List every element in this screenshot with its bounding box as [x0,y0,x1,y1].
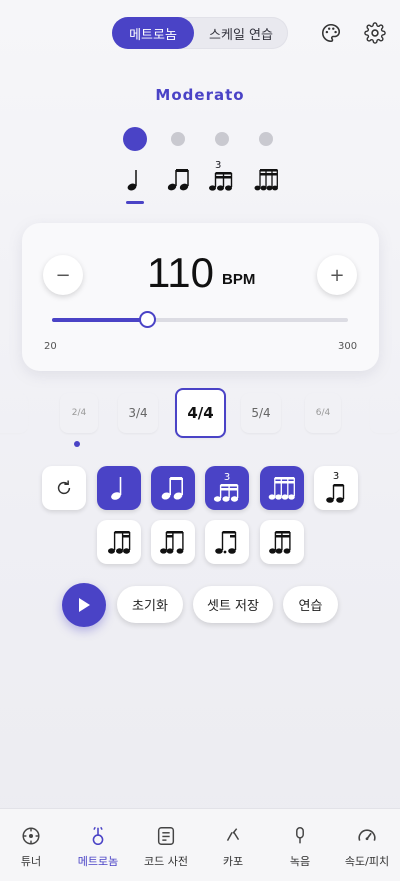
rhythm-quarter-button[interactable] [97,466,141,510]
play-icon [79,598,90,612]
palette-icon[interactable] [320,22,342,44]
rhythm-eighth-two-sixteenths-button[interactable] [97,520,141,564]
rhythm-eighth-triplet-button[interactable]: 3 [314,466,358,510]
increase-bpm-button[interactable]: + [317,255,357,295]
nav-label: 속도/피치 [344,855,390,868]
decrease-bpm-button[interactable]: − [43,255,83,295]
nav-label: 튜너 [20,855,42,868]
time-sig-edge-left [0,393,28,433]
eighth-rest-triplet-icon [326,484,345,503]
reset-button[interactable]: 초기화 [117,586,183,623]
time-sig-5-4[interactable]: 5/4 [241,393,281,433]
dotted-eighth-sixteenth-icon [215,531,237,554]
time-sig-3-4[interactable]: 3/4 [118,393,158,433]
capo-icon [226,828,240,841]
reset-rhythm-button[interactable] [42,466,86,510]
rhythm-eighths-button[interactable] [151,466,195,510]
chord-dictionary-icon [157,827,175,845]
metronome-icon [92,826,104,846]
sixteenth-notes-icon [268,477,295,500]
eighth-notes-icon[interactable] [166,166,192,192]
triplet-notes-icon [213,484,239,502]
sixteenth-notes-icon[interactable] [254,166,278,192]
beat-dot-1 [123,127,147,151]
time-sig-2-4[interactable]: 2/4 [60,393,98,433]
bpm-max-label: 300 [338,341,358,352]
sixteenth-dotted-eighth-icon [269,531,291,554]
bpm-unit: BPM [222,271,256,288]
time-sig-6-4[interactable]: 6/4 [305,393,341,433]
nav-label: 카포 [222,855,244,868]
rhythm-two-sixteenths-eighth-button[interactable] [151,520,195,564]
nav-metronome[interactable]: 메트로놈 [65,809,131,881]
bpm-value: 110 [147,249,214,296]
triplet-label: 3 [223,472,231,483]
triplet-notes-icon[interactable] [208,170,234,192]
quarter-note-icon [111,477,122,500]
nav-capo[interactable]: 카포 [200,809,266,881]
eighth-notes-icon [161,477,184,500]
bpm-card: − 110 BPM + 20 300 [22,223,379,371]
rhythm-sixteenth-dotted-eighth-button[interactable] [260,520,304,564]
two-sixteenths-eighth-icon [160,531,184,554]
quarter-note-icon[interactable] [124,166,146,192]
bpm-min-label: 20 [44,341,57,352]
nav-label: 메트로놈 [77,855,119,868]
gear-icon[interactable] [364,22,386,44]
top-bar: 메트로놈 스케일 연습 [0,16,400,52]
tab-scale-practice[interactable]: 스케일 연습 [194,17,288,49]
rhythm-sixteenths-button[interactable] [260,466,304,510]
bpm-slider-thumb[interactable] [138,311,156,328]
nav-recording[interactable]: 녹음 [267,809,333,881]
carousel-position-dot [74,441,80,447]
microphone-icon [296,827,304,844]
tuner-icon [22,827,40,845]
time-sig-4-4[interactable]: 4/4 [175,388,226,438]
mode-toggle: 메트로놈 스케일 연습 [112,17,288,49]
speedometer-icon [358,829,376,841]
practice-button[interactable]: 연습 [283,586,338,623]
time-sig-edge-right [370,393,400,433]
bottom-nav: 튜너 메트로놈 코드 사전 카포 녹음 속도/피치 [0,808,400,881]
nav-tuner[interactable]: 튜너 [0,809,64,881]
nav-speed-pitch[interactable]: 속도/피치 [334,809,400,881]
beat-dot-3 [215,132,229,146]
nav-label: 녹음 [289,855,311,868]
beat-dot-2 [171,132,185,146]
nav-chord-dictionary[interactable]: 코드 사전 [133,809,199,881]
nav-label: 코드 사전 [144,855,188,868]
tempo-marking: Moderato [155,86,245,104]
subdivision-selected-underline [126,201,144,204]
bpm-slider-fill [52,318,147,322]
save-set-button[interactable]: 셋트 저장 [193,586,273,623]
beat-dot-4 [259,132,273,146]
play-button[interactable] [62,583,106,627]
bpm-slider[interactable] [52,311,348,328]
rhythm-dotted-eighth-sixteenth-button[interactable] [205,520,249,564]
tab-metronome[interactable]: 메트로놈 [112,17,194,49]
rhythm-triplet-button[interactable]: 3 [205,466,249,510]
triplet-label: 3 [332,471,340,482]
reset-icon [57,480,71,495]
eighth-two-sixteenths-icon [108,531,131,554]
